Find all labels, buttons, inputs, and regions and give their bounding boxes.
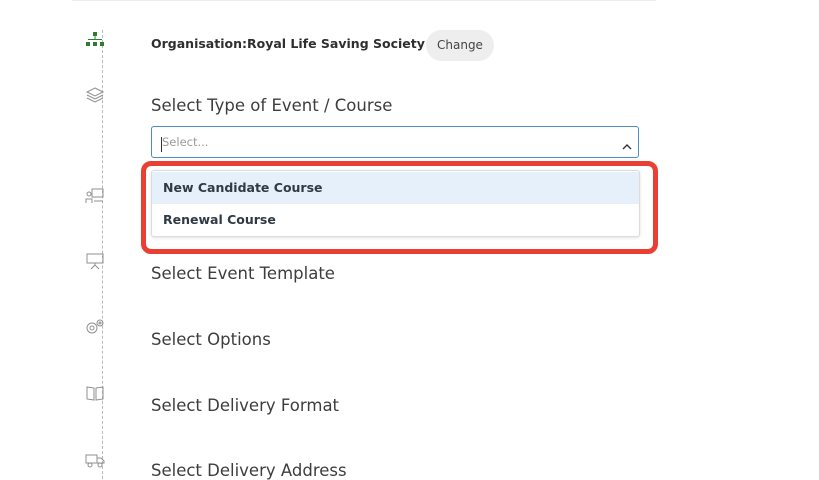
change-organisation-button[interactable]: Change [426,30,494,61]
top-divider [72,0,656,1]
organisation-label: Organisation:Royal Life Saving Society U… [151,36,450,51]
classroom-icon [85,187,105,207]
option-new-candidate-course[interactable]: New Candidate Course [152,172,639,204]
option-renewal-course[interactable]: Renewal Course [152,204,639,236]
event-type-select[interactable] [151,126,639,158]
org-chart-icon [85,31,105,51]
event-type-dropdown: New Candidate Course Renewal Course [151,170,640,237]
delivery-format-title[interactable]: Select Delivery Format [151,396,339,415]
event-type-title: Select Type of Event / Course [151,96,393,115]
truck-icon [85,451,105,471]
presentation-icon [85,252,105,272]
delivery-address-title[interactable]: Select Delivery Address [151,461,347,480]
layers-icon [85,86,105,106]
chevron-up-icon[interactable] [621,138,633,157]
settings-icon [85,318,105,338]
book-icon [85,384,105,404]
event-template-title[interactable]: Select Event Template [151,264,335,283]
options-title[interactable]: Select Options [151,330,271,349]
event-type-search-input[interactable] [152,127,612,157]
text-cursor [161,137,162,152]
